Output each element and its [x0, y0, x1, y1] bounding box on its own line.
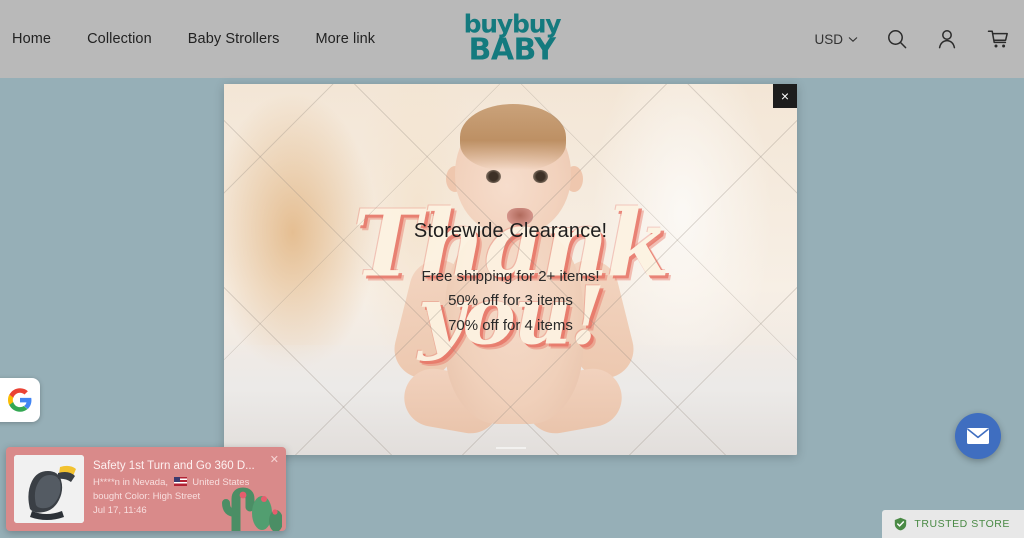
baby-eye-right	[533, 170, 548, 183]
google-reviews-badge[interactable]	[0, 378, 40, 422]
trusted-store-label: TRUSTED STORE	[914, 518, 1010, 530]
us-flag-icon	[173, 477, 187, 487]
header-actions: USD	[814, 28, 1010, 50]
notification-text: Safety 1st Turn and Go 360 D... H****n i…	[93, 460, 286, 517]
chevron-down-icon	[848, 36, 858, 42]
shield-check-icon	[895, 517, 907, 531]
baby-eye-left	[486, 170, 501, 183]
nav-link-collection[interactable]: Collection	[87, 31, 152, 47]
car-seat-image	[14, 455, 84, 523]
product-thumbnail	[14, 455, 84, 523]
main-navigation: Home Collection Baby Strollers More link	[12, 31, 375, 47]
notification-timestamp: Jul 17, 11:46	[93, 504, 147, 516]
promo-modal: Thank you! Storewide Clearance! Free shi…	[224, 84, 797, 455]
search-icon[interactable]	[886, 28, 908, 50]
account-icon[interactable]	[936, 28, 958, 50]
nav-link-more-link[interactable]: More link	[315, 31, 375, 47]
nav-link-baby-strollers[interactable]: Baby Strollers	[188, 31, 280, 47]
social-proof-notification[interactable]: Safety 1st Turn and Go 360 D... H****n i…	[6, 447, 286, 531]
close-icon[interactable]: ×	[773, 84, 797, 108]
email-chat-button[interactable]	[955, 413, 1001, 459]
notification-product-title[interactable]: Safety 1st Turn and Go 360 D...	[93, 460, 286, 472]
cart-icon[interactable]	[986, 28, 1010, 50]
site-logo[interactable]: buybuy BABY	[464, 12, 562, 68]
site-header: Home Collection Baby Strollers More link…	[0, 0, 1024, 78]
nav-link-home[interactable]: Home	[12, 31, 51, 47]
page-root: Home Collection Baby Strollers More link…	[0, 0, 1024, 538]
currency-value: USD	[814, 31, 843, 47]
promo-title: Storewide Clearance!	[413, 220, 608, 242]
notification-close-icon[interactable]: ✕	[270, 453, 279, 466]
buyer-location: H****n in Nevada,	[93, 477, 168, 489]
promo-line-3: 70% off for 4 items	[448, 316, 573, 334]
google-g-icon	[8, 388, 32, 412]
envelope-icon	[967, 428, 989, 444]
trusted-store-badge[interactable]: TRUSTED STORE	[882, 510, 1024, 538]
notification-variant-line: bought Color: High Street	[93, 491, 201, 503]
baby-hair	[460, 104, 566, 170]
currency-selector[interactable]: USD	[814, 32, 858, 47]
buyer-country: United States	[192, 477, 250, 489]
promo-line-1: Free shipping for 2+ items!	[421, 268, 600, 285]
logo-line-2: BABY	[468, 32, 556, 68]
promo-line-2: 50% off for 3 items	[448, 292, 573, 310]
promo-modal-content: Storewide Clearance! Free shipping for 2…	[224, 220, 797, 338]
notification-buyer-line: H****n in Nevada, United States	[93, 476, 286, 490]
modal-carousel-indicator[interactable]	[495, 447, 526, 449]
